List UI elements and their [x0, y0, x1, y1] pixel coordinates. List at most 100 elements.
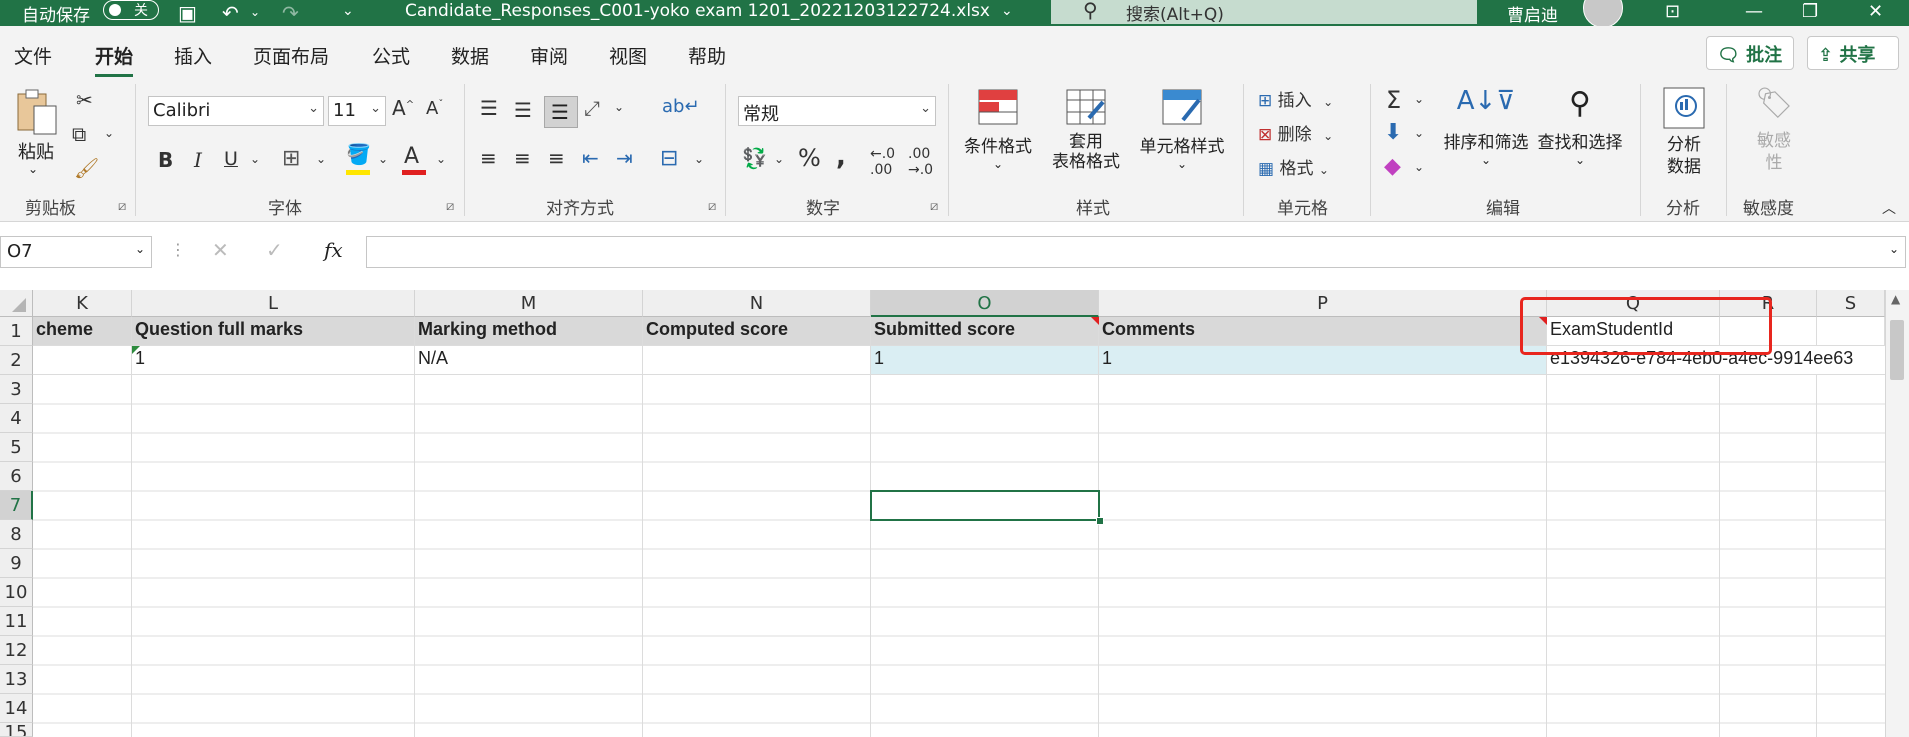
autosave-toggle[interactable]: 关 [103, 0, 159, 20]
find-select-button[interactable]: ⚲ 查找和选择 ⌄ [1534, 86, 1626, 186]
cancel-icon[interactable]: ✕ [212, 238, 229, 262]
undo-dropdown-icon[interactable]: ⌄ [250, 5, 260, 19]
cell-m2[interactable]: N/A [415, 346, 643, 375]
tab-review[interactable]: 审阅 [530, 42, 568, 69]
font-name-select[interactable]: Calibri ⌄ [148, 96, 324, 126]
more-options-icon[interactable]: ⋮ [170, 240, 186, 259]
row-header-6[interactable]: 6 [0, 462, 33, 491]
cell-s1[interactable] [1817, 317, 1885, 346]
row-header-15[interactable]: 15 [0, 723, 33, 737]
sort-filter-button[interactable]: A↓⊽ 排序和筛选 ⌄ [1440, 86, 1532, 186]
delete-cells-button[interactable]: ⊠ 删除 ⌄ [1258, 120, 1333, 145]
font-color-dropdown-icon[interactable]: ⌄ [436, 152, 446, 166]
alignment-launcher-icon[interactable]: ⧄ [708, 199, 716, 214]
insert-cells-button[interactable]: ⊞ 插入 ⌄ [1258, 86, 1333, 111]
cell-n2[interactable] [643, 346, 871, 375]
tab-file[interactable]: 文件 [14, 42, 52, 69]
align-right-icon[interactable]: ≡ [548, 146, 565, 170]
align-center-icon[interactable]: ≡ [514, 146, 531, 170]
font-size-select[interactable]: 11 ⌄ [328, 96, 386, 126]
increase-indent-icon[interactable]: ⇥ [616, 146, 633, 170]
column-header-k[interactable]: K [33, 290, 132, 317]
tab-view[interactable]: 视图 [609, 42, 647, 69]
borders-icon[interactable]: ⊞ [282, 146, 300, 171]
fill-color-icon[interactable]: 🪣 [346, 142, 371, 166]
format-cells-button[interactable]: ▦ 格式 ⌄ [1258, 154, 1329, 179]
ribbon-display-icon[interactable]: ⊡ [1665, 1, 1680, 22]
name-box[interactable]: O7 ⌄ [0, 236, 152, 268]
cell-p1[interactable]: Comments [1099, 317, 1547, 346]
quick-access-customize-icon[interactable]: ⌄ [342, 3, 354, 19]
fill-handle[interactable] [1096, 517, 1104, 525]
column-header-n[interactable]: N [643, 290, 871, 317]
cell-o2[interactable]: 1 [871, 346, 1099, 375]
row-header-12[interactable]: 12 [0, 636, 33, 665]
cell-k1[interactable]: cheme [33, 317, 132, 346]
cut-icon[interactable]: ✂ [76, 88, 93, 112]
insert-function-button[interactable]: fx [324, 238, 343, 262]
borders-dropdown-icon[interactable]: ⌄ [316, 152, 326, 166]
redo-icon[interactable]: ↷ [282, 1, 299, 25]
cell-n1[interactable]: Computed score [643, 317, 871, 346]
comments-button[interactable]: 🗨 批注 [1706, 36, 1794, 70]
scroll-thumb[interactable] [1890, 320, 1904, 380]
clipboard-launcher-icon[interactable]: ⧄ [118, 199, 126, 214]
cell-p2[interactable]: 1 [1099, 346, 1547, 375]
cell-styles-button[interactable]: 单元格样式 ⌄ [1134, 88, 1230, 188]
row-header-14[interactable]: 14 [0, 694, 33, 723]
font-color-icon[interactable]: A [404, 144, 419, 169]
format-painter-icon[interactable]: 🖌 [74, 156, 99, 180]
fill-icon[interactable]: ⬇ [1384, 120, 1402, 145]
underline-dropdown-icon[interactable]: ⌄ [250, 152, 260, 166]
underline-button[interactable]: U [224, 148, 238, 170]
autosum-icon[interactable]: Σ [1386, 86, 1401, 114]
autosum-dropdown-icon[interactable]: ⌄ [1414, 92, 1424, 106]
column-header-m[interactable]: M [415, 290, 643, 317]
decrease-decimal-icon[interactable]: .00 →.0 [908, 146, 933, 178]
cell-l1[interactable]: Question full marks [132, 317, 415, 346]
bold-button[interactable]: B [158, 148, 173, 172]
copy-dropdown-icon[interactable]: ⌄ [104, 126, 114, 140]
save-icon[interactable]: ▣ [178, 1, 197, 25]
analyze-data-button[interactable]: 分析 数据 [1656, 86, 1712, 186]
merge-dropdown-icon[interactable]: ⌄ [694, 152, 704, 166]
currency-dropdown-icon[interactable]: ⌄ [774, 152, 784, 166]
percent-icon[interactable]: % [798, 144, 821, 172]
restore-icon[interactable]: ❐ [1802, 1, 1818, 22]
row-header-3[interactable]: 3 [0, 375, 33, 404]
orientation-icon[interactable]: ⤢ [584, 96, 600, 120]
row-header-7[interactable]: 7 [0, 491, 33, 520]
column-header-l[interactable]: L [132, 290, 415, 317]
row-header-13[interactable]: 13 [0, 665, 33, 694]
scroll-up-icon[interactable]: ▲ [1891, 292, 1900, 306]
fill-dropdown-icon[interactable]: ⌄ [378, 152, 388, 166]
row-header-10[interactable]: 10 [0, 578, 33, 607]
align-bottom-button[interactable]: ☰ [544, 96, 578, 128]
row-header-11[interactable]: 11 [0, 607, 33, 636]
orientation-dropdown-icon[interactable]: ⌄ [614, 100, 624, 114]
user-name[interactable]: 曹启迪 [1507, 1, 1558, 26]
merge-center-icon[interactable]: ⊟ [660, 146, 678, 171]
align-middle-icon[interactable]: ☰ [514, 98, 532, 122]
italic-button[interactable]: I [194, 148, 202, 172]
row-header-1[interactable]: 1 [0, 317, 33, 346]
clear-dropdown-icon[interactable]: ⌄ [1414, 160, 1424, 174]
row-header-8[interactable]: 8 [0, 520, 33, 549]
row-header-4[interactable]: 4 [0, 404, 33, 433]
tab-help[interactable]: 帮助 [688, 42, 726, 69]
cell-l2[interactable]: 1 [132, 346, 415, 375]
align-left-icon[interactable]: ≡ [480, 146, 497, 170]
row-header-5[interactable]: 5 [0, 433, 33, 462]
collapse-ribbon-icon[interactable]: ︿ [1882, 198, 1896, 218]
undo-icon[interactable]: ↶ [222, 1, 239, 25]
grow-font-icon[interactable]: A^ [392, 96, 414, 120]
format-as-table-button[interactable]: 套用 表格格式 [1040, 88, 1132, 188]
cell-k2[interactable] [33, 346, 132, 375]
clear-icon[interactable]: ◆ [1384, 154, 1401, 179]
vertical-scrollbar[interactable]: ▲ [1885, 290, 1909, 737]
tab-insert[interactable]: 插入 [174, 42, 212, 69]
align-top-icon[interactable]: ☰ [480, 96, 498, 120]
font-launcher-icon[interactable]: ⧄ [446, 199, 454, 214]
formula-input[interactable]: ⌄ [366, 236, 1906, 268]
copy-icon[interactable]: ⧉ [72, 122, 86, 146]
